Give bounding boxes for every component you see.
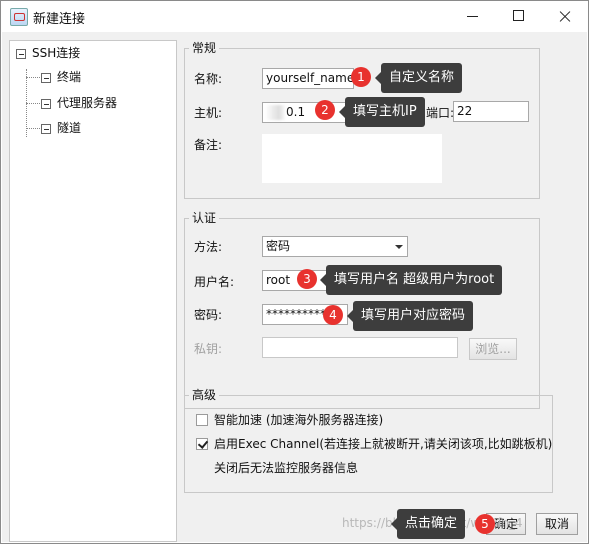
annotation-badge: 1	[351, 67, 371, 87]
tree-connector	[26, 77, 40, 78]
title-bar: 新建连接	[1, 1, 588, 32]
annotation-callout: 自定义名称	[374, 63, 463, 93]
method-value: 密码	[266, 239, 291, 253]
tree-item-proxy[interactable]: 代理服务器	[41, 94, 117, 112]
collapse-icon[interactable]	[41, 123, 51, 134]
chevron-down-icon	[395, 245, 403, 249]
username-label: 用户名:	[194, 275, 235, 289]
cancel-button[interactable]: 取消	[536, 513, 578, 535]
redacted-ip	[265, 105, 286, 120]
group-title: 常规	[189, 40, 220, 56]
collapse-icon[interactable]	[41, 98, 51, 109]
tree-item-label: 代理服务器	[57, 96, 118, 110]
minimize-button[interactable]	[450, 1, 496, 32]
app-icon	[10, 8, 28, 26]
tree-item-tunnel[interactable]: 隧道	[41, 119, 81, 137]
annotation-badge: 3	[297, 269, 317, 289]
new-connection-dialog: 新建连接 SSH连接 终端 代理服务器 隧道 常规 名称: yourself_n…	[0, 0, 589, 544]
tree-connector	[26, 128, 40, 129]
exec-channel-checkbox[interactable]	[196, 438, 208, 450]
annotation-callout: 点击确定	[390, 509, 466, 539]
port-label: 端口:	[426, 106, 455, 120]
tree-connector	[26, 103, 40, 104]
annotation-callout: 填写用户对应密码	[346, 301, 474, 331]
window-title: 新建连接	[33, 12, 86, 27]
annotation-badge: 4	[323, 305, 343, 325]
tree-item-label: 终端	[57, 70, 82, 84]
annotation-badge: 2	[315, 100, 335, 120]
maximize-button[interactable]	[495, 1, 541, 32]
close-button[interactable]	[541, 1, 587, 32]
exec-channel-note: 关闭后无法监控服务器信息	[214, 461, 359, 475]
host-label: 主机:	[194, 106, 223, 120]
tree-item-label: 隧道	[57, 121, 82, 135]
note-textarea[interactable]	[262, 134, 442, 183]
exec-channel-label: 启用Exec Channel(若连接上就被断开,请关闭该项,比如跳板机)	[214, 437, 553, 451]
note-label: 备注:	[194, 138, 223, 152]
port-input[interactable]: 22	[453, 101, 529, 122]
tree-item-ssh[interactable]: SSH连接	[16, 44, 80, 62]
smart-accel-checkbox[interactable]	[196, 414, 208, 426]
private-key-label: 私钥:	[194, 342, 223, 356]
group-title: 认证	[189, 210, 220, 226]
browse-button: 浏览...	[469, 338, 517, 360]
annotation-callout: 填写用户名 超级用户为root	[319, 265, 503, 295]
tree-item-terminal[interactable]: 终端	[41, 68, 81, 86]
advanced-group: 高级 智能加速 (加速海外服务器连接) 启用Exec Channel(若连接上就…	[184, 387, 553, 493]
password-label: 密码:	[194, 308, 223, 322]
smart-accel-label: 智能加速 (加速海外服务器连接)	[214, 413, 384, 427]
method-label: 方法:	[194, 240, 223, 254]
annotation-callout: 填写主机IP	[339, 97, 425, 127]
private-key-input	[262, 337, 458, 358]
tree-item-label: SSH连接	[32, 46, 81, 60]
name-label: 名称:	[194, 72, 223, 86]
name-input[interactable]: yourself_name	[262, 68, 354, 89]
collapse-icon[interactable]	[41, 72, 51, 83]
settings-tree: SSH连接 终端 代理服务器 隧道	[9, 40, 177, 542]
collapse-icon[interactable]	[16, 48, 26, 59]
group-title: 高级	[189, 387, 220, 403]
annotation-badge: 5	[475, 514, 495, 534]
method-select[interactable]: 密码	[262, 236, 408, 257]
